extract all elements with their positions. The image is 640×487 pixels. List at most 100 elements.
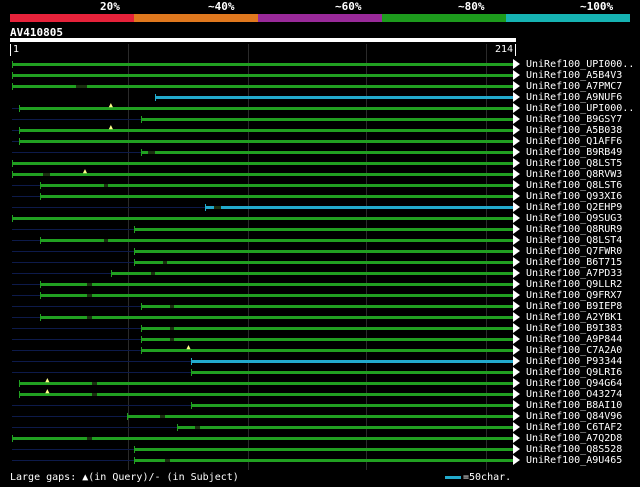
hit-alignment-bar[interactable] xyxy=(19,107,513,110)
hit-row[interactable]: ▲ UniRef100_UPI000.. xyxy=(0,102,640,114)
hit-alignment-bar[interactable] xyxy=(204,206,513,209)
hit-alignment-bar[interactable] xyxy=(141,327,513,330)
hit-alignment-bar[interactable] xyxy=(40,283,513,286)
hit-label[interactable]: UniRef100_B9I383 xyxy=(526,323,622,334)
hit-label[interactable]: UniRef100_Q9SUG3 xyxy=(526,213,622,224)
hit-label[interactable]: UniRef100_B9RB49 xyxy=(526,147,622,158)
hit-label[interactable]: UniRef100_Q9LLR2 xyxy=(526,279,622,290)
hit-row[interactable]: ▲ UniRef100_Q94G64 xyxy=(0,377,640,389)
hit-label[interactable]: UniRef100_A5B4V3 xyxy=(526,70,622,81)
hit-alignment-bar[interactable] xyxy=(155,96,513,99)
hit-row[interactable]: UniRef100_B9IEP8 xyxy=(0,301,640,312)
hit-row[interactable]: UniRef100_Q8LST4 xyxy=(0,235,640,246)
hit-label[interactable]: UniRef100_Q9LRI6 xyxy=(526,367,622,378)
hit-label[interactable]: UniRef100_Q8RUR9 xyxy=(526,224,622,235)
hit-row[interactable]: UniRef100_A7Q2D8 xyxy=(0,433,640,444)
hit-alignment-bar[interactable] xyxy=(19,129,513,132)
hit-alignment-bar[interactable] xyxy=(141,305,513,308)
hit-row[interactable]: UniRef100_A7PD33 xyxy=(0,268,640,279)
hit-label[interactable]: UniRef100_Q8LST6 xyxy=(526,180,622,191)
hit-label[interactable]: UniRef100_Q2EHP9 xyxy=(526,202,622,213)
hit-alignment-bar[interactable] xyxy=(190,404,513,407)
hit-row[interactable]: UniRef100_Q93XI6 xyxy=(0,191,640,202)
hit-row[interactable]: UniRef100_UPI000.. xyxy=(0,59,640,70)
hit-row[interactable]: UniRef100_Q7FWR0 xyxy=(0,246,640,257)
hit-alignment-bar[interactable] xyxy=(190,360,513,363)
hit-label[interactable]: UniRef100_C6TAF2 xyxy=(526,422,622,433)
hit-row[interactable]: UniRef100_A2YBK1 xyxy=(0,312,640,323)
hit-alignment-bar[interactable] xyxy=(141,151,513,154)
hit-row[interactable]: ▲ UniRef100_O43274 xyxy=(0,388,640,400)
hit-row[interactable]: UniRef100_A7PMC7 xyxy=(0,81,640,92)
hit-label[interactable]: UniRef100_P93344 xyxy=(526,356,622,367)
hit-alignment-bar[interactable] xyxy=(190,371,513,374)
hit-alignment-bar[interactable] xyxy=(127,415,513,418)
hit-alignment-bar[interactable] xyxy=(40,316,513,319)
hit-row[interactable]: UniRef100_A9NUF6 xyxy=(0,92,640,103)
hit-row[interactable]: UniRef100_A9P844 xyxy=(0,334,640,345)
hit-alignment-bar[interactable] xyxy=(141,338,513,341)
hit-alignment-bar[interactable] xyxy=(12,63,513,66)
hit-row[interactable]: ▲ UniRef100_Q8RVW3 xyxy=(0,168,640,180)
hit-row[interactable]: UniRef100_B9I383 xyxy=(0,323,640,334)
hit-row[interactable]: UniRef100_B9RB49 xyxy=(0,147,640,158)
hit-label[interactable]: UniRef100_Q8S528 xyxy=(526,444,622,455)
hit-alignment-bar[interactable] xyxy=(19,140,513,143)
hit-alignment-bar[interactable] xyxy=(40,294,513,297)
hit-row[interactable]: ▲ UniRef100_A5B038 xyxy=(0,124,640,136)
hit-label[interactable]: UniRef100_A9P844 xyxy=(526,334,622,345)
hit-label[interactable]: UniRef100_B8AI10 xyxy=(526,400,622,411)
hit-row[interactable]: UniRef100_A5B4V3 xyxy=(0,70,640,81)
hit-alignment-bar[interactable] xyxy=(141,118,513,121)
hit-label[interactable]: UniRef100_Q9FRX7 xyxy=(526,290,622,301)
hit-alignment-bar[interactable] xyxy=(12,217,513,220)
hit-row[interactable]: UniRef100_Q8S528 xyxy=(0,444,640,455)
hit-label[interactable]: UniRef100_A2YBK1 xyxy=(526,312,622,323)
hit-label[interactable]: UniRef100_A7Q2D8 xyxy=(526,433,622,444)
hit-label[interactable]: UniRef100_UPI000.. xyxy=(526,59,634,70)
hit-row[interactable]: UniRef100_Q9SUG3 xyxy=(0,213,640,224)
hit-alignment-bar[interactable] xyxy=(134,459,513,462)
hit-label[interactable]: UniRef100_Q94G64 xyxy=(526,378,622,389)
hit-row[interactable]: UniRef100_A9U465 xyxy=(0,455,640,466)
hit-label[interactable]: UniRef100_C7A2A0 xyxy=(526,345,622,356)
hit-alignment-bar[interactable] xyxy=(134,448,513,451)
hit-alignment-bar[interactable] xyxy=(12,162,513,165)
hit-alignment-bar[interactable] xyxy=(40,195,513,198)
hit-label[interactable]: UniRef100_Q8RVW3 xyxy=(526,169,622,180)
hit-label[interactable]: UniRef100_UPI000.. xyxy=(526,103,634,114)
hit-row[interactable]: UniRef100_Q9LLR2 xyxy=(0,279,640,290)
hit-alignment-bar[interactable] xyxy=(110,272,513,275)
hit-row[interactable]: UniRef100_Q9FRX7 xyxy=(0,290,640,301)
hit-label[interactable]: UniRef100_Q7FWR0 xyxy=(526,246,622,257)
hit-alignment-bar[interactable] xyxy=(176,426,513,429)
hit-alignment-bar[interactable] xyxy=(134,250,513,253)
hit-row[interactable]: UniRef100_Q8RUR9 xyxy=(0,224,640,235)
hit-row[interactable]: UniRef100_C6TAF2 xyxy=(0,422,640,433)
hit-label[interactable]: UniRef100_Q84V96 xyxy=(526,411,622,422)
hit-label[interactable]: UniRef100_Q8LST5 xyxy=(526,158,622,169)
hit-label[interactable]: UniRef100_Q8LST4 xyxy=(526,235,622,246)
hit-alignment-bar[interactable] xyxy=(12,173,513,176)
hit-alignment-bar[interactable] xyxy=(40,239,513,242)
hit-label[interactable]: UniRef100_Q1AFF6 xyxy=(526,136,622,147)
hit-row[interactable]: UniRef100_Q84V96 xyxy=(0,411,640,422)
hit-row[interactable]: UniRef100_Q8LST6 xyxy=(0,180,640,191)
hit-row[interactable]: UniRef100_B9GSY7 xyxy=(0,114,640,125)
hit-label[interactable]: UniRef100_B9IEP8 xyxy=(526,301,622,312)
hit-label[interactable]: UniRef100_Q93XI6 xyxy=(526,191,622,202)
hit-label[interactable]: UniRef100_O43274 xyxy=(526,389,622,400)
hit-alignment-bar[interactable] xyxy=(12,74,513,77)
hit-row[interactable]: ▲ UniRef100_C7A2A0 xyxy=(0,344,640,356)
hit-row[interactable]: UniRef100_P93344 xyxy=(0,356,640,367)
hit-label[interactable]: UniRef100_A9NUF6 xyxy=(526,92,622,103)
hit-label[interactable]: UniRef100_A5B038 xyxy=(526,125,622,136)
hit-label[interactable]: UniRef100_A9U465 xyxy=(526,455,622,466)
hit-row[interactable]: UniRef100_Q9LRI6 xyxy=(0,367,640,378)
hit-label[interactable]: UniRef100_A7PMC7 xyxy=(526,81,622,92)
hit-row[interactable]: UniRef100_Q8LST5 xyxy=(0,158,640,169)
hit-label[interactable]: UniRef100_B9GSY7 xyxy=(526,114,622,125)
hit-label[interactable]: UniRef100_B6T715 xyxy=(526,257,622,268)
hit-alignment-bar[interactable] xyxy=(40,184,513,187)
hit-label[interactable]: UniRef100_A7PD33 xyxy=(526,268,622,279)
